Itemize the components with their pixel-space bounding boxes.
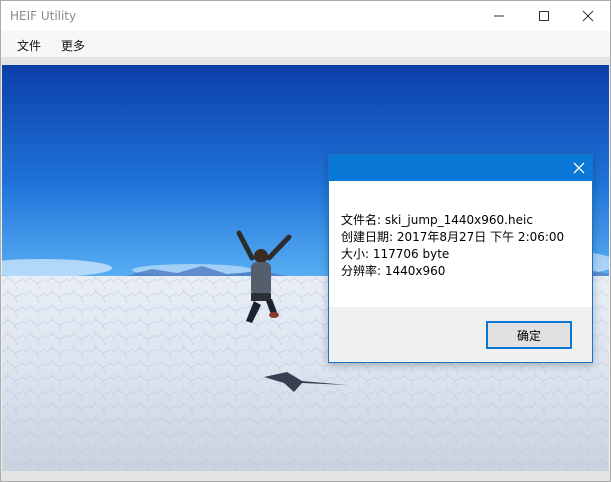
app-window: HEIF Utility 文件 更多 文件名: ski_jump_1440x96… [0,0,611,482]
file-size-text: 大小: 117706 byte [341,247,450,261]
ok-button[interactable]: 确定 [486,321,572,349]
created-date-text: 创建日期: 2017年8月27日 下午 2:06:00 [341,230,565,244]
close-icon [582,10,594,22]
close-button[interactable] [565,1,610,31]
dialog-footer: 确定 [329,307,592,362]
file-name-text: 文件名: ski_jump_1440x960.heic [341,213,533,227]
maximize-icon [539,11,549,21]
menu-more[interactable]: 更多 [61,37,85,54]
dialog-title-bar[interactable] [329,155,592,181]
dialog-close-button[interactable] [566,155,592,181]
window-title: HEIF Utility [10,9,77,23]
dialog-body: 文件名: ski_jump_1440x960.heic 创建日期: 2017年8… [329,181,592,307]
menu-bar: 文件 更多 [1,31,610,57]
status-strip [1,471,610,481]
maximize-button[interactable] [521,1,567,31]
menu-file[interactable]: 文件 [17,37,41,54]
minimize-icon [494,15,504,17]
minimize-button[interactable] [476,1,522,31]
close-icon [573,162,585,174]
resolution-text: 分辨率: 1440x960 [341,264,446,278]
file-info-dialog: 文件名: ski_jump_1440x960.heic 创建日期: 2017年8… [328,154,593,363]
menu-divider [1,57,610,65]
title-bar[interactable]: HEIF Utility [1,1,610,31]
